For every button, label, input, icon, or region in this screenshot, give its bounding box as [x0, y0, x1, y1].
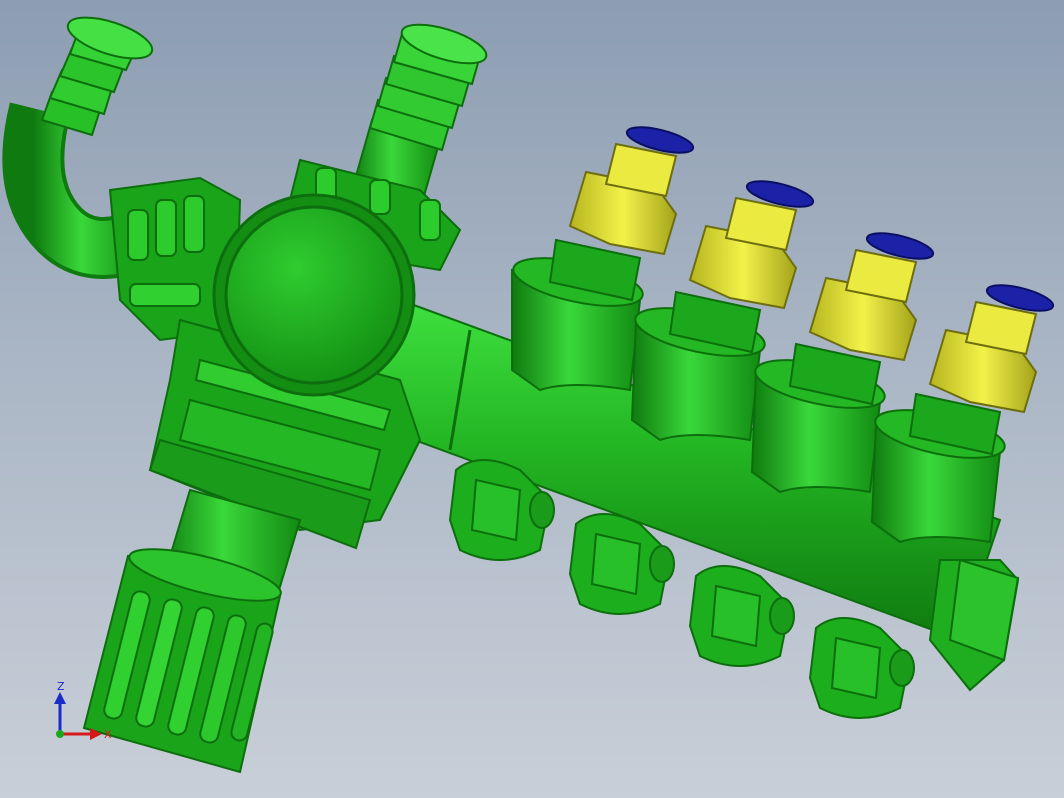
riser-3[interactable] — [750, 342, 888, 494]
valve-cap[interactable] — [212, 193, 416, 397]
bottom-connector-4[interactable] — [808, 617, 915, 719]
elbow-barb-ribs — [40, 16, 154, 137]
push-fitting-1[interactable] — [568, 122, 695, 256]
cad-viewport[interactable]: Z X — [0, 0, 1064, 798]
z-axis-label: Z — [57, 680, 65, 693]
push-fitting-4[interactable] — [928, 280, 1055, 414]
riser-2[interactable] — [630, 290, 768, 442]
knurled-knob[interactable] — [82, 539, 285, 774]
riser-4[interactable] — [870, 392, 1008, 544]
manifold-assembly-model[interactable]: Z X — [0, 0, 1064, 798]
push-fitting-2[interactable] — [688, 176, 815, 310]
end-plug[interactable] — [928, 558, 1020, 692]
z-axis-arrowhead — [54, 692, 66, 704]
y-axis-dot — [56, 730, 64, 738]
riser-1[interactable] — [509, 238, 646, 392]
bottom-connector-3[interactable] — [688, 565, 795, 667]
push-fitting-3[interactable] — [808, 228, 935, 362]
x-axis-label: X — [104, 728, 112, 741]
